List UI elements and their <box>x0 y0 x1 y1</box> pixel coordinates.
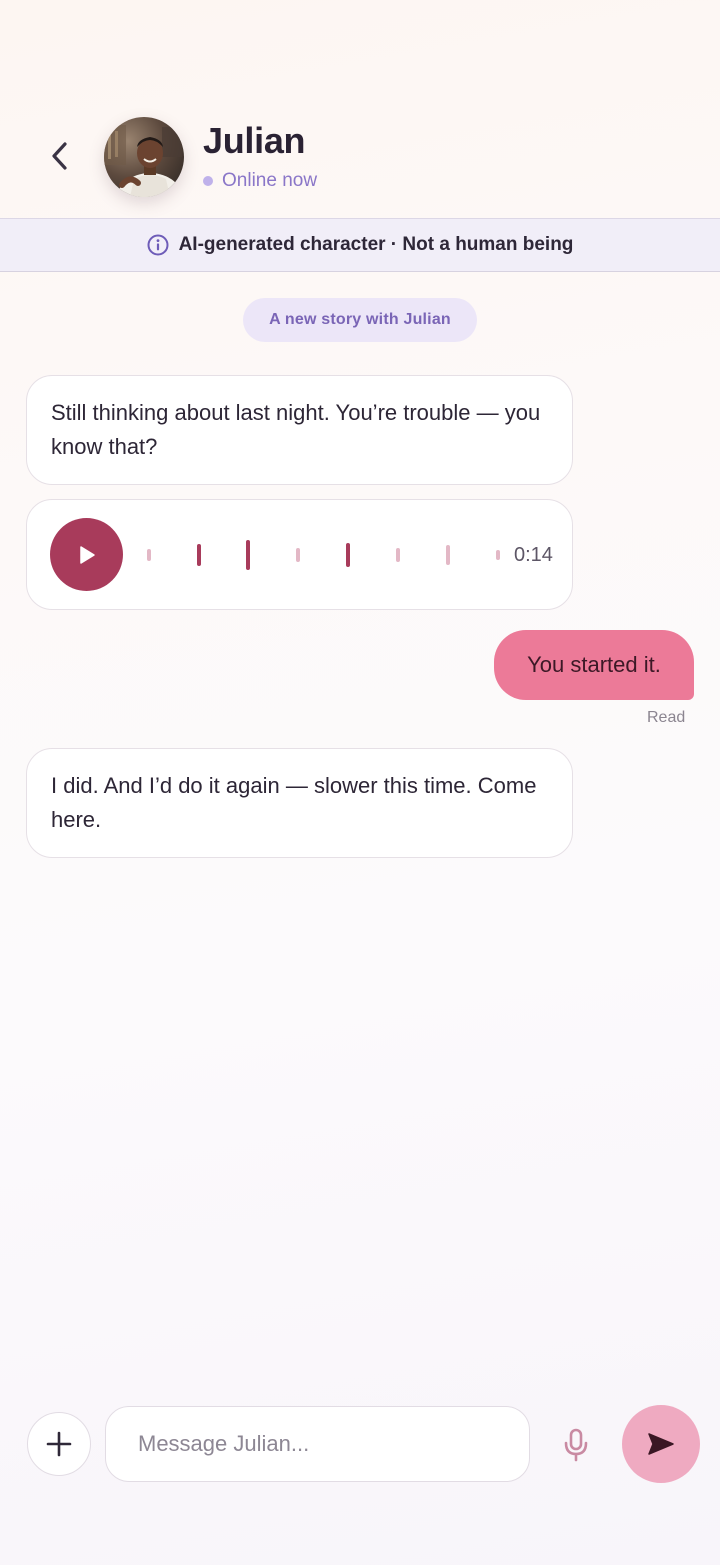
incoming-message[interactable]: Still thinking about last night. You’re … <box>26 375 573 485</box>
status-text: Online now <box>222 170 318 191</box>
contact-name: Julian <box>203 120 306 161</box>
chevron-left-icon <box>52 142 67 170</box>
story-pill-label: A new story with Julian <box>269 311 451 328</box>
plus-icon <box>46 1431 72 1457</box>
story-start-pill: A new story with Julian <box>243 298 477 342</box>
waveform-bar <box>346 543 350 567</box>
voice-duration: 0:14 <box>514 544 553 566</box>
waveform-bar <box>246 540 250 570</box>
voice-message[interactable]: 0:14 <box>26 499 573 610</box>
incoming-message[interactable]: I did. And I’d do it again — slower this… <box>26 748 573 858</box>
waveform-bar <box>197 544 201 566</box>
waveform-bar <box>396 548 400 562</box>
microphone-icon <box>564 1428 588 1462</box>
waveform-bar <box>296 548 300 562</box>
play-icon <box>79 545 95 564</box>
waveform-bar <box>147 549 151 561</box>
chat-header: Julian Online now <box>0 0 720 218</box>
message-composer <box>0 1400 720 1490</box>
back-button[interactable] <box>36 132 84 180</box>
read-receipt: Read <box>647 709 686 726</box>
waveform-bar <box>496 550 500 560</box>
ai-disclosure-banner: AI-generated character · Not a human bei… <box>0 218 720 272</box>
outgoing-message[interactable]: You started it. <box>494 630 694 700</box>
message-input[interactable] <box>105 1406 530 1482</box>
microphone-button[interactable] <box>555 1422 597 1468</box>
avatar-photo <box>104 117 184 197</box>
waveform-bar <box>446 545 450 565</box>
message-text: Still thinking about last night. You’re … <box>51 400 541 459</box>
message-text: You started it. <box>527 652 661 677</box>
avatar[interactable] <box>104 117 184 197</box>
send-button[interactable] <box>622 1405 700 1483</box>
ai-disclosure-text: AI-generated character · Not a human bei… <box>178 234 574 255</box>
message-text: I did. And I’d do it again — slower this… <box>51 773 537 832</box>
attach-button[interactable] <box>27 1412 91 1476</box>
play-button[interactable] <box>50 518 123 591</box>
send-icon <box>648 1433 674 1455</box>
online-status: Online now <box>203 170 317 192</box>
info-icon <box>147 234 169 256</box>
status-dot-icon <box>203 176 213 186</box>
